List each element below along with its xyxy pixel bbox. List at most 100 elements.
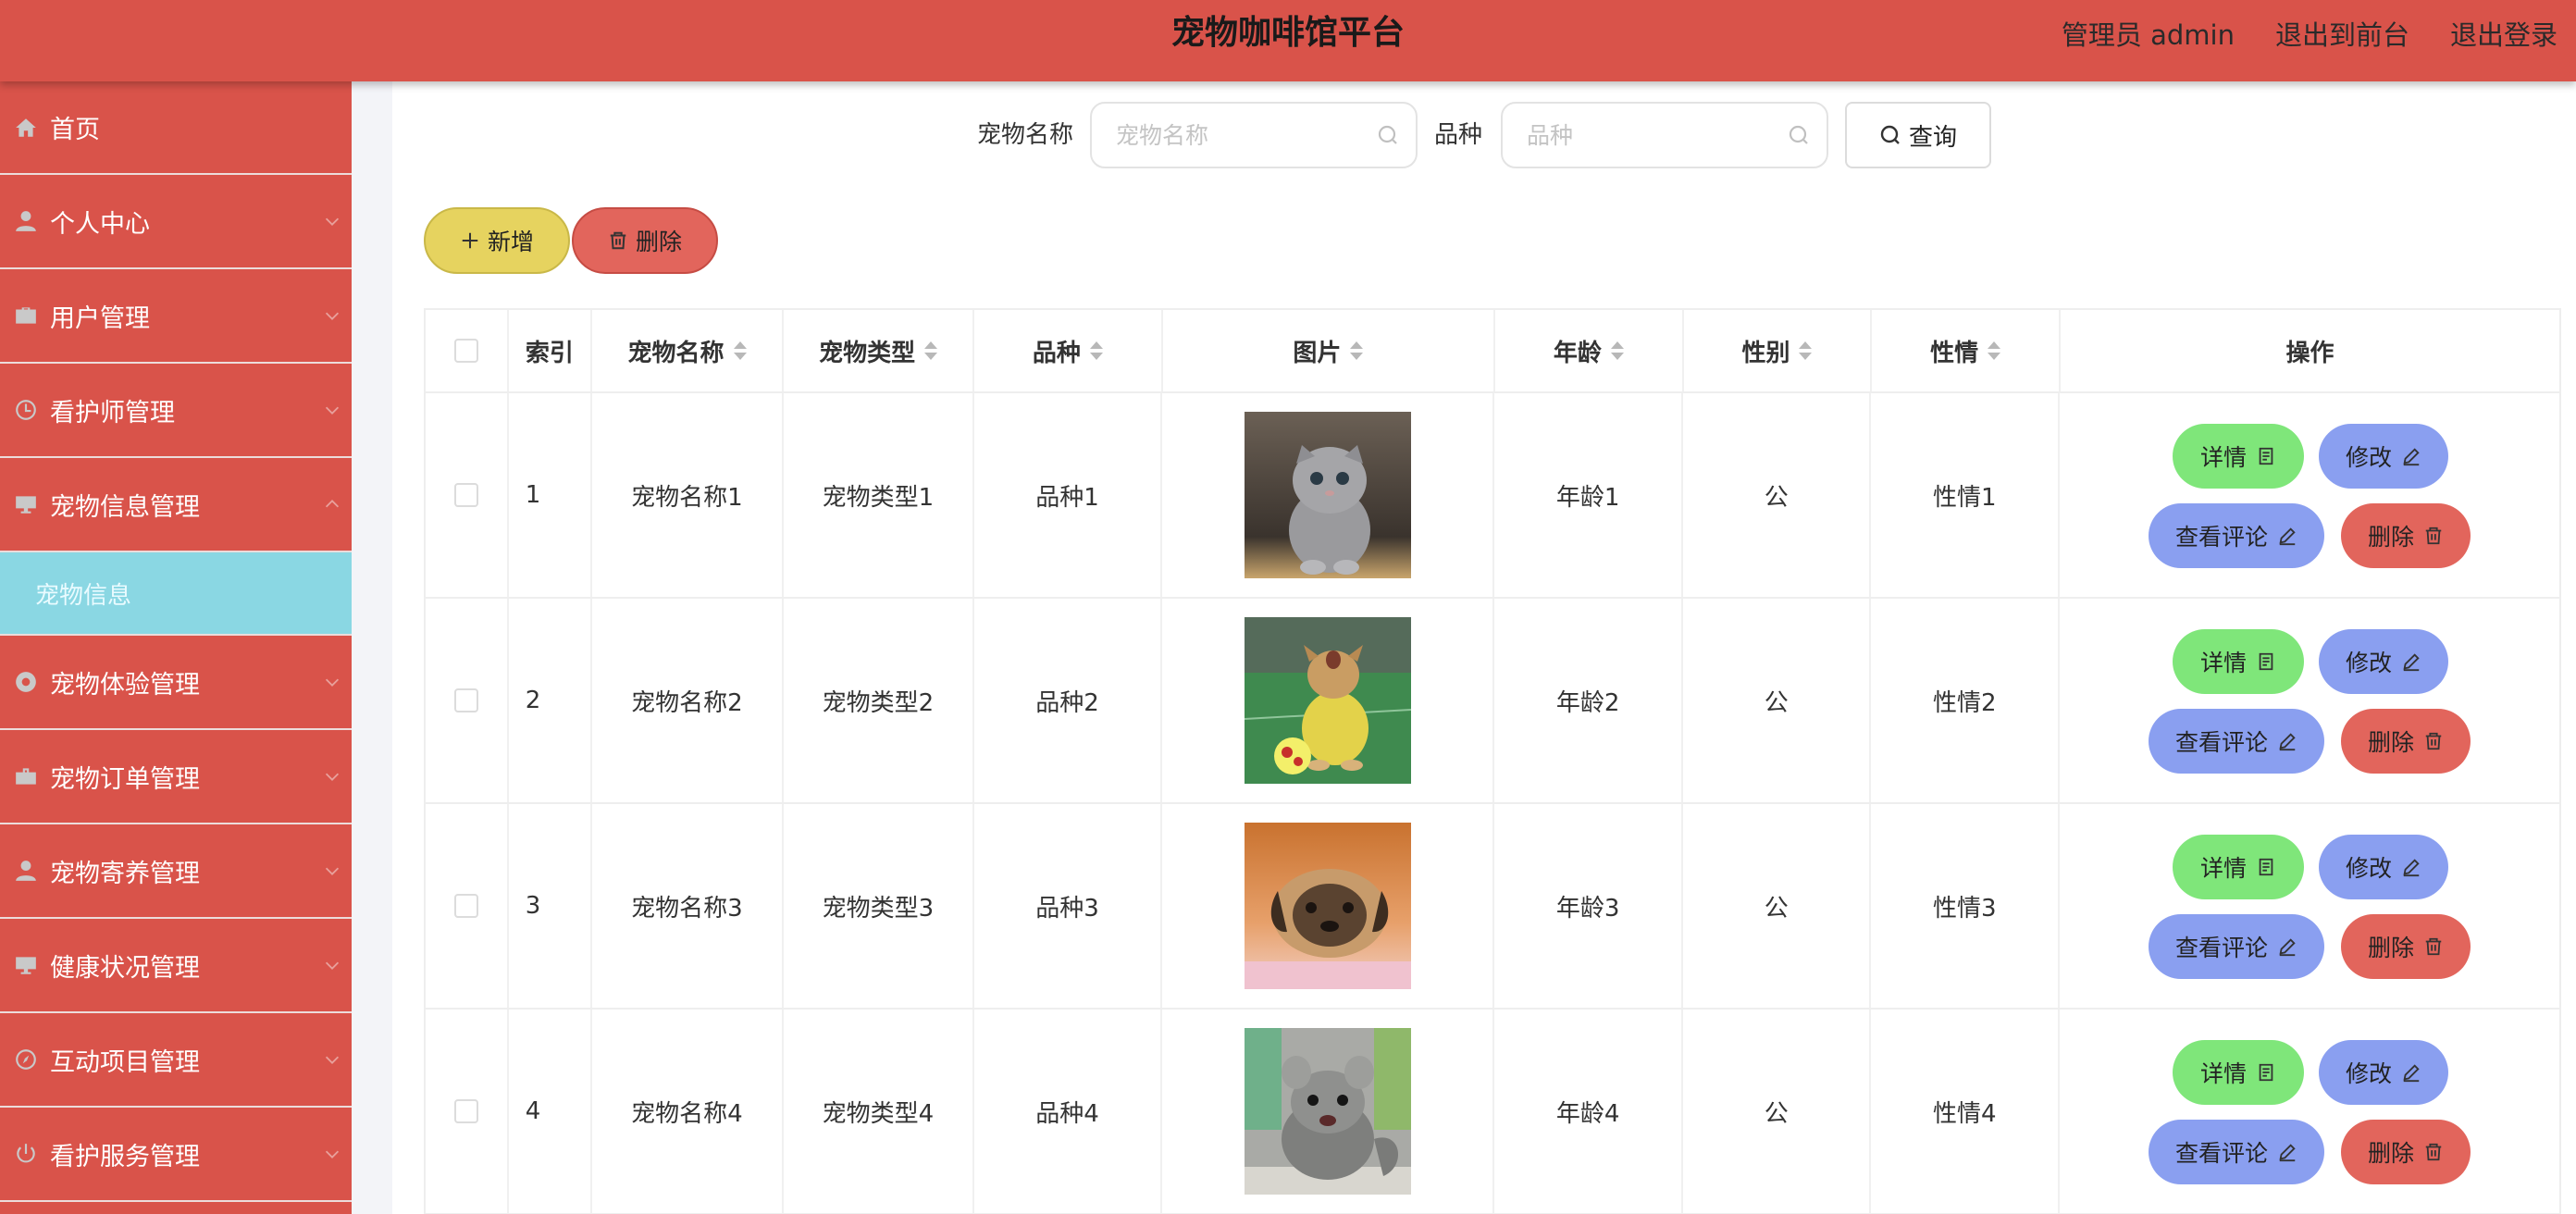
chevron-down-icon [322,861,342,881]
breed-label: 品种 [1434,121,1483,149]
breed-cell: 品种3 [974,804,1163,1008]
sidebar-item-label: 宠物寄养管理 [50,859,200,888]
chinchilla-photo[interactable] [1244,1028,1411,1195]
back-to-frontend-link[interactable]: 退出到前台 [2275,14,2409,53]
column-header-breed[interactable]: 品种 [974,310,1163,391]
column-header-label: 图片 [1293,339,1342,367]
sidebar-item-pet-boarding-management[interactable]: 宠物寄养管理 [0,824,352,919]
pet-name-label: 宠物名称 [977,121,1074,149]
sort-icon[interactable] [1089,341,1103,361]
add-button[interactable]: 新增 [424,207,570,274]
edit-button[interactable]: 修改 [2319,424,2448,489]
edit-button[interactable]: 修改 [2319,835,2448,899]
edit-button[interactable]: 修改 [2319,629,2448,694]
column-header-label: 年龄 [1553,339,1602,367]
pet-name-input[interactable] [1090,102,1418,168]
sort-icon[interactable] [1799,341,1813,361]
row-checkbox[interactable] [453,894,478,918]
logout-link[interactable]: 退出登录 [2450,14,2557,53]
delete-button[interactable]: 删除 [2341,709,2471,774]
column-header-pet-type[interactable]: 宠物类型 [784,310,974,391]
sort-icon[interactable] [1350,341,1364,361]
view-reviews-button[interactable]: 查看评论 [2149,709,2324,774]
add-button-label: 新增 [487,229,534,255]
view-reviews-button-label: 查看评论 [2174,729,2268,756]
lifebuoy-icon [13,669,39,695]
sidebar-item-label: 宠物体验管理 [50,670,200,700]
sidebar-item-pet-info-management[interactable]: 宠物信息管理 [0,458,352,552]
sidebar-item-label: 用户管理 [50,304,150,333]
document-icon [2259,447,2273,465]
column-header-label: 性别 [1741,339,1790,367]
sidebar-item-pet-experience-management[interactable]: 宠物体验管理 [0,636,352,730]
sex-cell: 公 [1683,1010,1872,1213]
column-header-label: 宠物类型 [819,339,916,367]
operations-cell: 详情 修改 查看评论 删除 [2060,599,2559,802]
view-reviews-button[interactable]: 查看评论 [2149,1120,2324,1184]
row-select-cell [426,804,509,1008]
pencil-icon [2279,527,2296,546]
edit-button[interactable]: 修改 [2319,1040,2448,1105]
query-button-label: 查询 [1908,123,1957,152]
pet-name-cell: 宠物名称2 [592,599,785,802]
pencil-icon [2403,1064,2420,1083]
view-reviews-button[interactable]: 查看评论 [2149,914,2324,979]
sidebar-item-label: 看护服务管理 [50,1142,200,1171]
compass-icon [13,1047,39,1072]
edit-button-label: 修改 [2345,1060,2392,1087]
column-header-label: 性情 [1930,339,1979,367]
pet-type-cell: 宠物类型2 [784,599,974,802]
detail-button[interactable]: 详情 [2173,424,2304,489]
column-header-temperament[interactable]: 性情 [1872,310,2061,391]
chevron-down-icon [322,400,342,420]
detail-button[interactable]: 详情 [2173,1040,2304,1105]
sort-icon[interactable] [733,341,747,361]
sidebar-item-interactive-project-management[interactable]: 互动项目管理 [0,1013,352,1108]
dog-with-ball-photo[interactable] [1244,617,1411,784]
admin-user-link[interactable]: 管理员 admin [2062,14,2235,53]
sidebar-item-caretaker-management[interactable]: 看护师管理 [0,364,352,458]
pet-type-cell: 宠物类型4 [784,1010,974,1213]
column-header-sex[interactable]: 性别 [1684,310,1873,391]
sidebar-item-health-status-management[interactable]: 健康状况管理 [0,919,352,1013]
pet-name-cell: 宠物名称4 [592,1010,785,1213]
chevron-up-icon [322,494,342,514]
pet-name-cell: 宠物名称1 [592,393,785,597]
sort-icon[interactable] [1988,341,2001,361]
trash-icon [610,231,626,250]
sidebar-item-personal-center[interactable]: 个人中心 [0,175,352,269]
column-header-pet-name[interactable]: 宠物名称 [592,310,785,391]
column-header-age[interactable]: 年龄 [1495,310,1684,391]
row-checkbox[interactable] [453,1099,478,1123]
delete-button[interactable]: 删除 [2341,1120,2471,1184]
row-actions: 详情 修改 查看评论 删除 [2060,803,2559,1009]
sidebar-item-user-management[interactable]: 用户管理 [0,269,352,364]
row-checkbox[interactable] [453,688,478,712]
sidebar-subitem-pet-info[interactable]: 宠物信息 [0,552,352,636]
age-cell: 年龄2 [1494,599,1683,802]
column-header-operations: 操作 [2061,310,2559,391]
query-button[interactable]: 查询 [1845,102,1991,168]
detail-button[interactable]: 详情 [2173,835,2304,899]
breed-input[interactable] [1501,102,1828,168]
column-header-image[interactable]: 图片 [1163,310,1496,391]
sort-icon[interactable] [1610,341,1624,361]
trash-icon [2425,526,2442,545]
sidebar-item-pet-order-management[interactable]: 宠物订单管理 [0,730,352,824]
sidebar-item-care-service-management[interactable]: 看护服务管理 [0,1108,352,1202]
home-icon [13,115,39,141]
kitten-photo[interactable] [1244,412,1411,578]
select-all-checkbox[interactable] [453,339,478,363]
batch-delete-button[interactable]: 删除 [572,207,718,274]
row-actions: 详情 修改 查看评论 删除 [2060,1009,2559,1214]
pug-photo[interactable] [1244,823,1411,989]
sort-icon[interactable] [924,341,938,361]
sidebar-item-home[interactable]: 首页 [0,81,352,175]
column-header-label: 品种 [1032,339,1081,367]
detail-button[interactable]: 详情 [2173,629,2304,694]
row-checkbox[interactable] [453,483,478,507]
temperament-cell: 性情1 [1871,393,2060,597]
delete-button[interactable]: 删除 [2341,503,2471,568]
view-reviews-button[interactable]: 查看评论 [2149,503,2324,568]
delete-button[interactable]: 删除 [2341,914,2471,979]
